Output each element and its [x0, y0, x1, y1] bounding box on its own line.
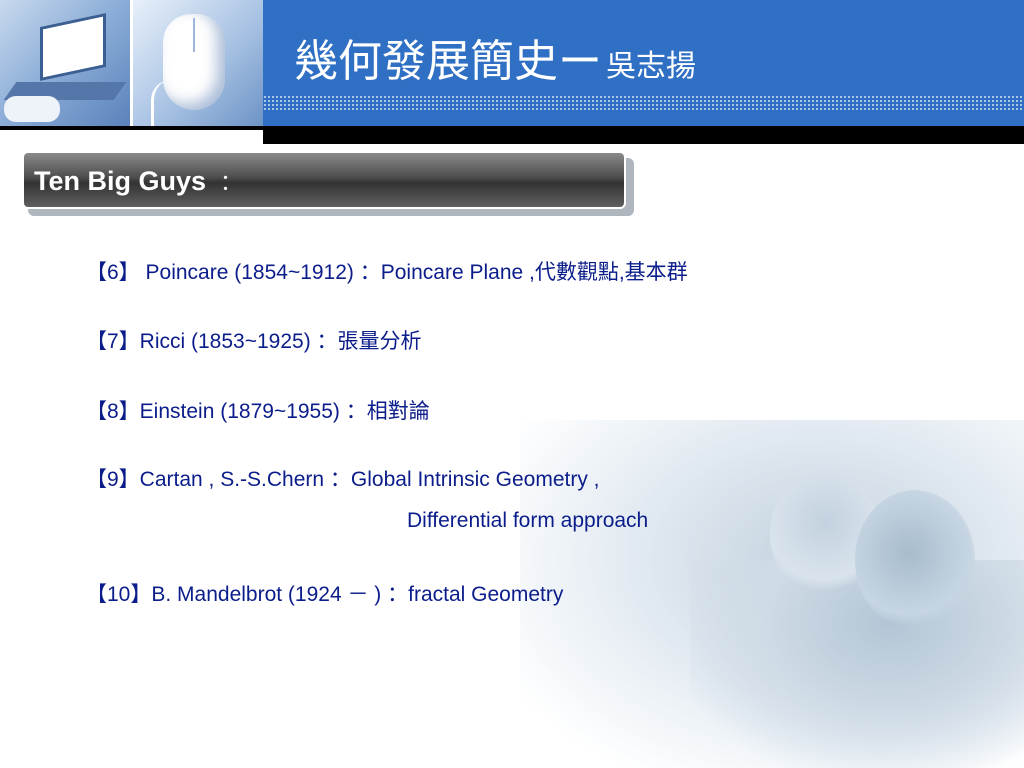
list-item-continuation: Differential form approach — [407, 509, 649, 532]
header-dotted-line — [263, 108, 1024, 110]
background-photo-person-right — [855, 490, 975, 630]
laptop-photo — [0, 0, 130, 126]
hand-shape — [4, 96, 60, 122]
section-label: Ten Big Guys ： — [34, 163, 242, 199]
list-item: 【9】Cartan , S.-S.Chern ：Global Intrinsic… — [86, 468, 600, 491]
list-item: 【8】Einstein (1879~1955) ：相對論 — [86, 400, 430, 423]
slide-title-text: 幾何發展簡史ー — [294, 36, 602, 87]
background-photo-figures — [690, 560, 1024, 768]
mouse-button-split — [193, 18, 195, 52]
header-dotted-line — [263, 104, 1024, 106]
section-label-colon: ： — [220, 170, 243, 195]
list-item: 【6】 Poincare (1854~1912) ：Poincare Plane… — [86, 261, 688, 284]
mouse-photo — [133, 0, 263, 126]
slide-title: 幾何發展簡史ー 吳志揚 — [294, 34, 696, 90]
slide-author: 吳志揚 — [606, 49, 696, 84]
section-label-text: Ten Big Guys — [34, 166, 207, 196]
header-dotted-line — [263, 96, 1024, 98]
header-bottom-rule — [0, 126, 263, 130]
slide-header: 幾何發展簡史ー 吳志揚 — [0, 0, 1024, 126]
list-item: 【10】B. Mandelbrot (1924 － ) ：fractal Geo… — [86, 583, 564, 606]
list-item: 【7】Ricci (1853~1925) ：張量分析 — [86, 330, 422, 353]
laptop-screen-shape — [40, 12, 106, 82]
header-dotted-line — [263, 100, 1024, 102]
header-bottom-bar — [263, 126, 1024, 144]
